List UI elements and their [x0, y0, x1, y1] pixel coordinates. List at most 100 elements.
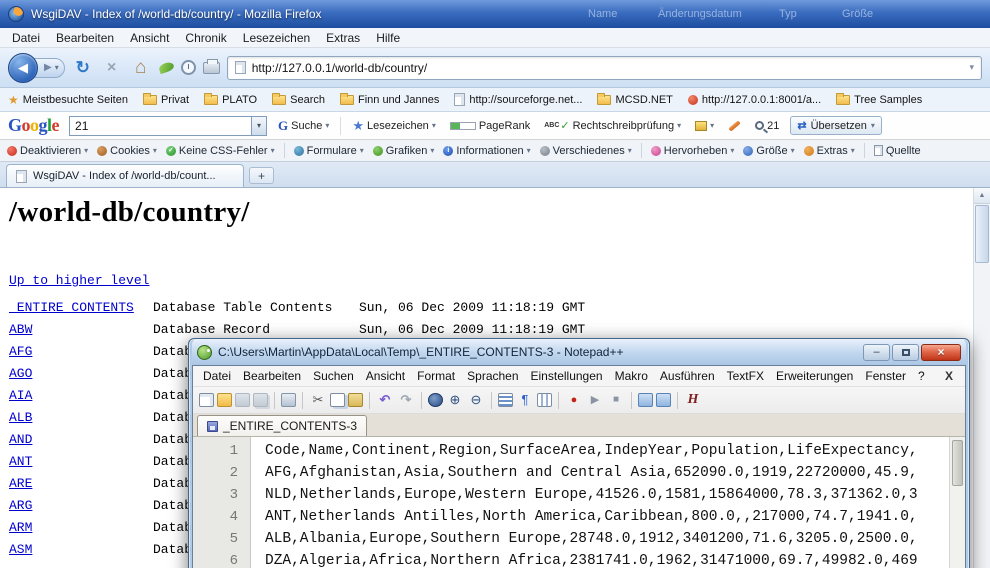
webdev-groesse[interactable]: Größe▾: [743, 145, 794, 157]
pagerank-widget[interactable]: PageRank: [447, 118, 533, 134]
undo-icon[interactable]: ↶: [376, 391, 394, 409]
webdev-informationen[interactable]: iInformationen▾: [443, 145, 530, 157]
copy-icon[interactable]: [330, 393, 345, 407]
npp-menu-fenster[interactable]: Fenster: [859, 369, 912, 383]
editor[interactable]: 1 2 3 4 5 6 Code,Name,Continent,Region,S…: [193, 437, 965, 568]
webdev-cookies[interactable]: Cookies▾: [97, 145, 157, 157]
translate-button[interactable]: ⇄Übersetzen▾: [790, 116, 882, 135]
entry-link[interactable]: AIA: [9, 388, 32, 403]
history-clock-icon[interactable]: [181, 60, 196, 75]
npp-menu-sprachen[interactable]: Sprachen: [461, 369, 524, 383]
cut-icon[interactable]: ✂: [309, 391, 327, 409]
zoom-out-icon[interactable]: ⊖: [467, 391, 485, 409]
webdev-formulare[interactable]: Formulare▾: [294, 145, 364, 157]
print-icon[interactable]: [281, 393, 296, 407]
webdev-verschiedenes[interactable]: Verschiedenes▾: [540, 145, 632, 157]
bookmark-localhost-8001[interactable]: http://127.0.0.1:8001/a...: [688, 94, 821, 106]
sendto-button[interactable]: ▾: [692, 119, 717, 133]
home-button[interactable]: ⌂: [130, 57, 152, 79]
entry-link[interactable]: ANT: [9, 454, 32, 469]
entry-link[interactable]: _ENTIRE_CONTENTS: [9, 300, 134, 315]
tab-wsgidav[interactable]: WsgiDAV - Index of /world-db/count...: [6, 164, 244, 187]
entry-link[interactable]: AGO: [9, 366, 32, 381]
search-history-dropdown[interactable]: ▾: [251, 117, 266, 135]
entry-link[interactable]: ARM: [9, 520, 32, 535]
html-icon[interactable]: H: [684, 391, 702, 409]
bookmark-tree-samples[interactable]: Tree Samples: [836, 94, 922, 106]
urlbar-dropdown-icon[interactable]: ▾: [969, 62, 974, 73]
npp-menu-format[interactable]: Format: [411, 369, 461, 383]
npp-menu-textfx[interactable]: TextFX: [721, 369, 770, 383]
webdev-grafiken[interactable]: Grafiken▾: [373, 145, 435, 157]
doc-monitor-icon[interactable]: [656, 393, 671, 407]
menu-hilfe[interactable]: Hilfe: [368, 31, 408, 45]
url-bar[interactable]: http://127.0.0.1/world-db/country/ ▾: [227, 56, 982, 80]
print-icon[interactable]: [203, 62, 220, 74]
google-search-value[interactable]: 21: [70, 117, 251, 135]
entry-link[interactable]: ABW: [9, 322, 32, 337]
npp-menu-ansicht[interactable]: Ansicht: [360, 369, 411, 383]
npp-menu-makro[interactable]: Makro: [609, 369, 654, 383]
webdev-deaktivieren[interactable]: Deaktivieren▾: [7, 145, 88, 157]
menu-ansicht[interactable]: Ansicht: [122, 31, 177, 45]
google-search-box[interactable]: 21 ▾: [69, 116, 267, 136]
entry-link[interactable]: ARG: [9, 498, 32, 513]
menu-extras[interactable]: Extras: [318, 31, 368, 45]
page-scrollbar[interactable]: ▲: [973, 188, 990, 568]
show-symbols-icon[interactable]: ¶: [516, 391, 534, 409]
play-macro-icon[interactable]: ▶: [586, 391, 604, 409]
reload-button[interactable]: ↻: [72, 57, 94, 79]
bookmark-plato[interactable]: PLATO: [204, 94, 257, 106]
npp-menu-datei[interactable]: Datei: [197, 369, 237, 383]
new-tab-button[interactable]: +: [249, 167, 274, 184]
entry-link[interactable]: ARE: [9, 476, 32, 491]
menu-bearbeiten[interactable]: Bearbeiten: [48, 31, 122, 45]
google-bookmarks-button[interactable]: ★Lesezeichen▾: [349, 116, 438, 136]
scrollbar-thumb[interactable]: [952, 440, 963, 486]
close-document-button[interactable]: X: [937, 369, 961, 383]
zoom-in-icon[interactable]: ⊕: [446, 391, 464, 409]
webdev-extras[interactable]: Extras▾: [804, 145, 855, 157]
greasemonkey-icon[interactable]: [158, 61, 175, 74]
bookmark-finn-und-jannes[interactable]: Finn und Jannes: [340, 94, 439, 106]
redo-icon[interactable]: ↷: [397, 391, 415, 409]
bookmark-privat[interactable]: Privat: [143, 94, 189, 106]
menu-datei[interactable]: Datei: [4, 31, 48, 45]
document-tab[interactable]: _ENTIRE_CONTENTS-3: [197, 415, 367, 436]
npp-menu-bearbeiten[interactable]: Bearbeiten: [237, 369, 307, 383]
webdev-hervorheben[interactable]: Hervorheben▾: [651, 145, 735, 157]
npp-menu-help[interactable]: ?: [912, 369, 931, 383]
autofill-button[interactable]: [725, 122, 744, 130]
bookmark-search[interactable]: Search: [272, 94, 325, 106]
notepad-titlebar[interactable]: C:\Users\Martin\AppData\Local\Temp\_ENTI…: [192, 339, 966, 365]
close-button[interactable]: ×: [921, 344, 961, 361]
menu-chronik[interactable]: Chronik: [177, 31, 234, 45]
save-icon[interactable]: [235, 393, 250, 407]
bookmark-sourceforge[interactable]: http://sourceforge.net...: [454, 93, 582, 106]
scrollbar-thumb[interactable]: [975, 205, 989, 263]
bookmark-most-visited[interactable]: ★Meistbesuchte Seiten: [8, 93, 128, 107]
maximize-button[interactable]: [892, 344, 919, 361]
entry-link[interactable]: AND: [9, 432, 32, 447]
record-macro-icon[interactable]: ●: [565, 391, 583, 409]
bookmark-mcsd[interactable]: MCSD.NET: [597, 94, 672, 106]
minimize-button[interactable]: –: [863, 344, 890, 361]
stop-button[interactable]: ×: [101, 57, 123, 79]
npp-menu-einstellungen[interactable]: Einstellungen: [525, 369, 609, 383]
webdev-quelltext[interactable]: Quellte: [874, 145, 921, 157]
npp-menu-erweiterungen[interactable]: Erweiterungen: [770, 369, 859, 383]
google-search-button[interactable]: GSuche▾: [275, 116, 332, 136]
indent-guide-icon[interactable]: [537, 393, 552, 407]
webdev-css[interactable]: ✓Keine CSS-Fehler▾: [166, 145, 275, 157]
new-file-icon[interactable]: [199, 393, 214, 407]
spellcheck-button[interactable]: ABC✓Rechtschreibprüfung▾: [541, 117, 684, 134]
open-file-icon[interactable]: [217, 393, 232, 407]
url-text[interactable]: http://127.0.0.1/world-db/country/: [252, 61, 427, 75]
doc-switch-icon[interactable]: [638, 393, 653, 407]
up-to-higher-level-link[interactable]: Up to higher level: [9, 273, 149, 288]
npp-menu-ausfuehren[interactable]: Ausführen: [654, 369, 721, 383]
paste-icon[interactable]: [348, 393, 363, 407]
zoom-indicator[interactable]: 21: [752, 118, 782, 134]
menu-lesezeichen[interactable]: Lesezeichen: [235, 31, 318, 45]
save-macro-icon[interactable]: ■: [607, 391, 625, 409]
